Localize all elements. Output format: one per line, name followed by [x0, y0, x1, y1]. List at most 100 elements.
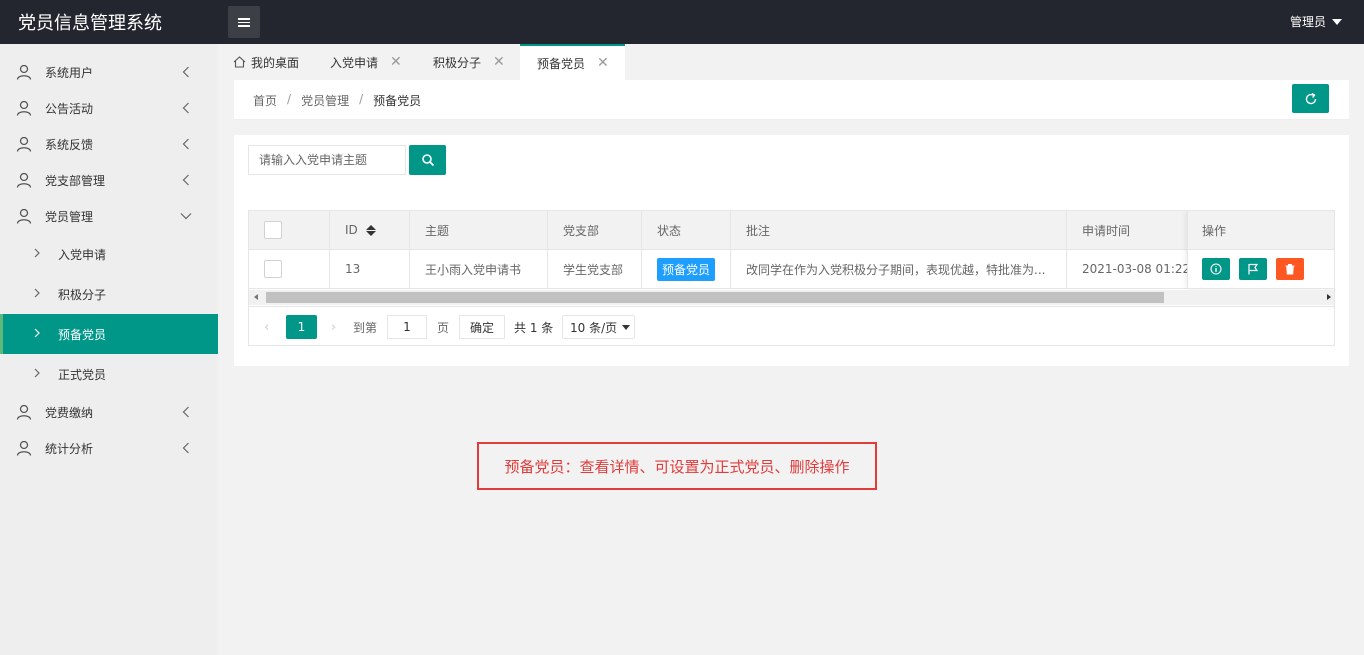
sidebar-item-label: 统计分析 [45, 441, 94, 456]
tab-label: 入党申请 [330, 55, 379, 70]
sidebar-item-label: 党费缴纳 [45, 405, 94, 420]
row-checkbox[interactable] [264, 260, 282, 278]
close-icon[interactable]: ✕ [493, 55, 505, 69]
sidebar-subitem-label: 入党申请 [58, 247, 107, 262]
delete-button[interactable] [1276, 258, 1304, 280]
breadcrumb: 首页 / 党员管理 / 预备党员 [253, 92, 421, 109]
user-icon [16, 64, 32, 80]
sidebar-item-label: 公告活动 [45, 101, 94, 116]
sidebar-item-dues[interactable]: 党费缴纳 [0, 394, 218, 430]
goto-confirm-button[interactable]: 确定 [459, 315, 506, 339]
data-table: ID 主题 党支部 状态 批注 申请时间 13 王小雨入党申请书 学生党支部 预… [248, 210, 1335, 346]
chevron-down-icon [180, 213, 192, 220]
goto-label: 到第 [353, 320, 378, 335]
breadcrumb-section[interactable]: 党员管理 [301, 92, 349, 109]
sidebar: 系统用户 公告活动 系统反馈 党支部管理 党员管理 入党申请 积极分子 预备党员… [0, 44, 218, 655]
close-icon[interactable]: ✕ [390, 55, 402, 69]
horizontal-scrollbar[interactable] [249, 290, 1334, 305]
close-icon[interactable]: ✕ [597, 56, 609, 70]
sidebar-item-feedback[interactable]: 系统反馈 [0, 126, 218, 162]
breadcrumb-panel: 首页 / 党员管理 / 预备党员 [234, 80, 1349, 120]
table-header-row: ID 主题 党支部 状态 批注 申请时间 [249, 211, 1334, 250]
chevron-left-icon [182, 66, 189, 78]
set-full-member-button[interactable] [1239, 258, 1267, 280]
row-select-cell [249, 250, 330, 288]
page-size-value: 10 条/页 [570, 320, 618, 335]
sidebar-subitem-label: 预备党员 [58, 327, 107, 342]
search-button[interactable] [409, 145, 446, 175]
annotation-note: 预备党员：查看详情、可设置为正式党员、删除操作 [477, 442, 877, 490]
select-all-checkbox[interactable] [264, 221, 282, 239]
user-icon [16, 100, 32, 116]
refresh-button[interactable] [1292, 84, 1329, 113]
info-icon [1210, 263, 1222, 275]
search-icon [421, 154, 434, 167]
refresh-icon [1305, 92, 1316, 104]
cell-subject: 王小雨入党申请书 [410, 250, 548, 288]
header-id[interactable]: ID [330, 211, 410, 249]
cell-status: 预备党员 [642, 250, 731, 288]
cell-id: 13 [330, 250, 410, 288]
sidebar-item-branch-management[interactable]: 党支部管理 [0, 162, 218, 198]
header-select-cell [249, 211, 330, 249]
header-subject: 主题 [410, 211, 548, 249]
tab-bar: 我的桌面 入党申请 ✕ 积极分子 ✕ 预备党员 ✕ [218, 44, 1364, 80]
sidebar-subitem-full-members[interactable]: 正式党员 [0, 354, 218, 394]
sidebar-item-label: 系统用户 [45, 65, 94, 80]
sidebar-item-label: 系统反馈 [45, 137, 94, 152]
sidebar-item-label: 党支部管理 [45, 173, 106, 188]
sidebar-item-announcements[interactable]: 公告活动 [0, 90, 218, 126]
sidebar-subitem-activists[interactable]: 积极分子 [0, 274, 218, 314]
search-input[interactable] [248, 145, 406, 175]
sidebar-item-member-management[interactable]: 党员管理 [0, 198, 218, 234]
header-status: 状态 [642, 211, 731, 249]
status-badge: 预备党员 [657, 257, 716, 281]
operations-cell [1188, 250, 1334, 289]
chevron-right-icon [34, 368, 40, 378]
tab-probationary[interactable]: 预备党员 ✕ [520, 44, 625, 80]
next-page-button[interactable]: › [331, 315, 336, 339]
tab-label: 积极分子 [433, 55, 482, 70]
operations-column: 操作 [1187, 211, 1334, 289]
sort-icon[interactable] [365, 224, 376, 236]
chevron-left-icon [182, 174, 189, 186]
menu-toggle-button[interactable] [228, 6, 260, 38]
header-ops: 操作 [1188, 211, 1334, 250]
page-size-select[interactable]: 10 条/页 [562, 315, 636, 339]
goto-page-input[interactable] [387, 315, 427, 339]
cell-branch: 学生党支部 [548, 250, 642, 288]
app-title: 党员信息管理系统 [18, 13, 162, 34]
page-unit-label: 页 [437, 320, 450, 335]
user-menu[interactable]: 管理员 [1290, 13, 1342, 30]
user-icon [16, 404, 32, 420]
tab-application[interactable]: 入党申请 ✕ [330, 44, 402, 80]
user-name: 管理员 [1289, 15, 1326, 29]
prev-page-button[interactable]: ‹ [264, 315, 269, 339]
header-remark: 批注 [731, 211, 1067, 249]
sidebar-subitem-probationary[interactable]: 预备党员 [0, 314, 218, 354]
scroll-left-icon[interactable] [254, 294, 258, 300]
sidebar-subitem-label: 正式党员 [58, 367, 107, 382]
chevron-right-icon [34, 328, 40, 338]
sidebar-item-system-users[interactable]: 系统用户 [0, 54, 218, 90]
detail-button[interactable] [1202, 258, 1230, 280]
chevron-left-icon [182, 442, 189, 454]
top-header: 党员信息管理系统 管理员 [0, 0, 1364, 44]
hamburger-icon [238, 17, 250, 27]
scrollbar-thumb[interactable] [266, 292, 1164, 303]
sidebar-item-label: 党员管理 [45, 209, 94, 224]
breadcrumb-current: 预备党员 [373, 94, 422, 108]
sidebar-subitem-application[interactable]: 入党申请 [0, 234, 218, 274]
user-icon [16, 440, 32, 456]
user-icon [16, 208, 32, 224]
sidebar-item-statistics[interactable]: 统计分析 [0, 430, 218, 466]
sidebar-subitem-label: 积极分子 [58, 287, 107, 302]
scroll-right-icon[interactable] [1327, 294, 1331, 300]
header-branch: 党支部 [548, 211, 642, 249]
breadcrumb-home[interactable]: 首页 [253, 92, 277, 109]
trash-icon [1285, 264, 1295, 275]
chevron-left-icon [182, 406, 189, 418]
tab-activists[interactable]: 积极分子 ✕ [433, 44, 505, 80]
current-page-button[interactable]: 1 [286, 315, 317, 339]
tab-my-desktop[interactable]: 我的桌面 [233, 44, 299, 80]
